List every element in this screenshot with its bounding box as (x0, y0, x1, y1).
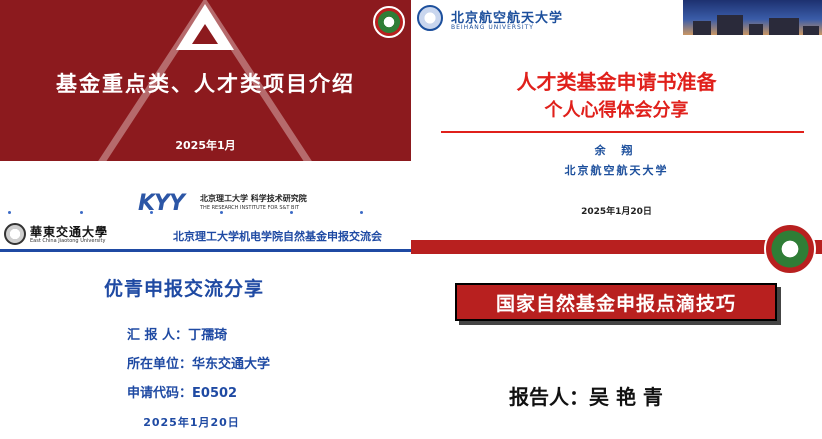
info-label: 汇 报 人： (127, 328, 189, 343)
slide-title: 优青申报交流分享 (104, 278, 265, 300)
info-label: 所在单位： (127, 357, 193, 372)
info-row-reporter: 汇 报 人：丁孺琦 (127, 324, 227, 343)
reporter-label: 报告人： (509, 385, 589, 409)
university-emblem-icon (373, 6, 405, 38)
slide-beihang-talent-fund: 北京航空航天大学 BEIHANG UNIVERSITY 人才类基金申请书准备 个… (411, 0, 822, 219)
slide-ecjtu-youth-fund: 華東交通大學 East China Jiaotong University 北京… (0, 219, 411, 439)
slide-title: 基金重点类、人才类项目介绍 (56, 72, 355, 96)
institute-name-cn: 北京理工大学 科学技术研究院 (200, 194, 307, 203)
university-emblem-icon (764, 223, 816, 275)
slide-date: 2025年1月20日 (143, 416, 240, 429)
info-label: 申请代码： (127, 386, 193, 401)
beihang-seal-icon (417, 5, 443, 31)
progress-dots (8, 211, 408, 215)
slide-date: 2025年1月20日 (581, 207, 652, 217)
reporter-line: 报告人：吴 艳 青 (509, 381, 663, 410)
info-value: 华东交通大学 (192, 357, 271, 372)
title-banner: 国家自然基金申报点滴技巧 (455, 283, 777, 321)
header-bar (411, 240, 822, 254)
title-divider (441, 131, 804, 133)
campus-photo (683, 0, 822, 35)
slide-nsfc-tips: 国家自然基金申报点滴技巧 报告人：吴 艳 青 (411, 219, 822, 439)
slide-kyy-fund-intro: 基金重点类、人才类项目介绍 2025年1月 KYY 北京理工大学 科学技术研究院… (0, 0, 411, 219)
author-organization: 北京航空航天大学 (564, 164, 669, 177)
university-name-en: East China Jiaotong University (30, 238, 106, 244)
header-divider (0, 249, 411, 252)
info-value: E0502 (192, 386, 238, 401)
slide-title: 国家自然基金申报点滴技巧 (495, 292, 736, 315)
slide-title-line2: 个人心得体会分享 (544, 100, 689, 121)
info-value: 丁孺琦 (188, 328, 228, 343)
author-name: 余 翔 (594, 144, 639, 157)
ecjtu-seal-icon (4, 223, 26, 245)
reporter-name: 吴 艳 青 (589, 385, 663, 409)
info-row-code: 申请代码：E0502 (127, 382, 237, 401)
slide-date: 2025年1月 (175, 139, 236, 152)
info-row-affiliation: 所在单位：华东交通大学 (127, 353, 270, 372)
slide-title-line1: 人才类基金申请书准备 (516, 70, 717, 94)
header-text: 北京理工大学机电学院自然基金申报交流会 (173, 230, 382, 243)
university-name-en: BEIHANG UNIVERSITY (451, 24, 534, 31)
